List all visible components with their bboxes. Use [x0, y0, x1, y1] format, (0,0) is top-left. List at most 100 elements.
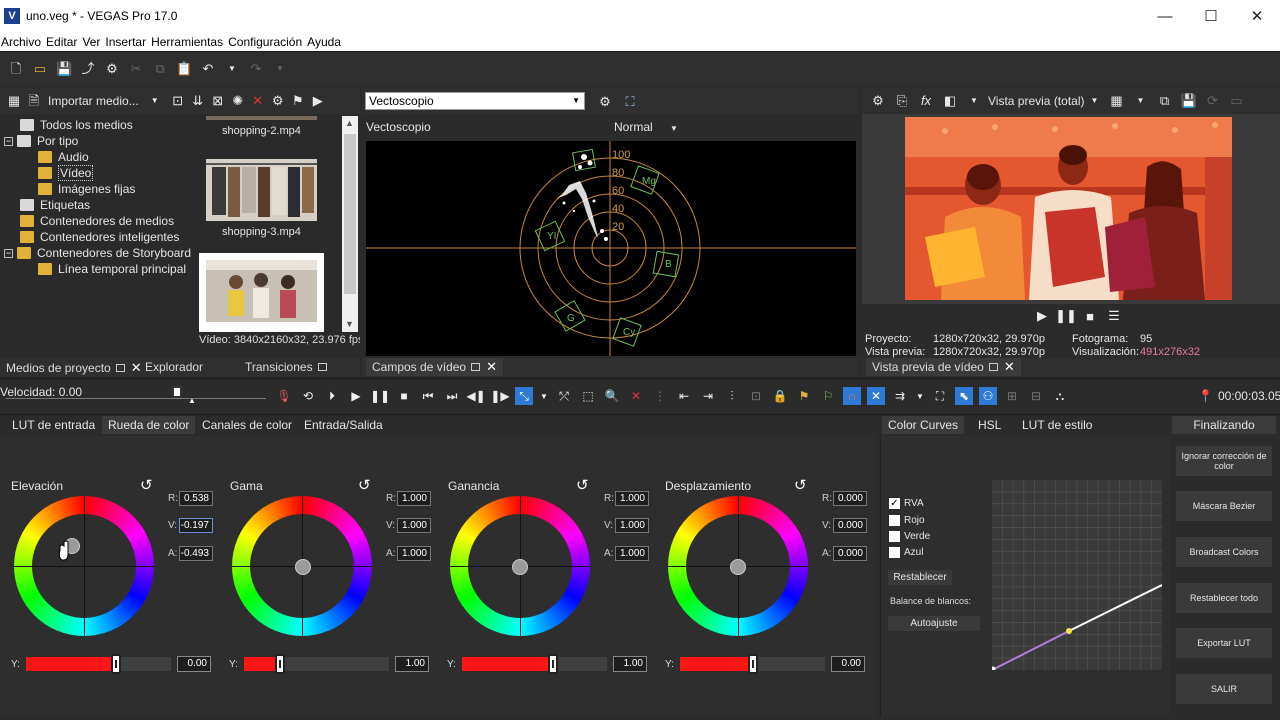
envelope-tool-icon[interactable]: ⤱	[555, 387, 573, 405]
elevacion-y-handle[interactable]	[110, 654, 121, 674]
new-file-icon[interactable]: 🗋	[8, 61, 24, 77]
media-tags-icon[interactable]: ⚑	[290, 93, 306, 109]
next-frame-icon[interactable]: ❚▶	[490, 387, 509, 405]
play-icon[interactable]: ▶	[347, 387, 365, 405]
desplazamiento-y-input[interactable]: 0.00	[831, 656, 865, 672]
elevacion-v-input[interactable]: -0.197	[179, 518, 213, 533]
color-wheel-elevacion[interactable]	[14, 496, 154, 636]
check-verde[interactable]: Verde	[889, 531, 930, 542]
tree-item-por-tipo[interactable]: − Por tipo	[4, 133, 78, 149]
bezier-mask-button[interactable]: Máscara Bezier	[1176, 491, 1272, 521]
gama-y-input[interactable]: 1.00	[395, 656, 429, 672]
tree-item-audio[interactable]: Audio	[38, 149, 89, 165]
properties-gear-icon[interactable]: ⚙	[104, 61, 120, 77]
tree-item-video[interactable]: Vídeo	[38, 165, 94, 181]
desplazamiento-a-input[interactable]: 0.000	[833, 546, 867, 561]
copy-snapshot-icon[interactable]: ⧉	[1157, 93, 1173, 109]
trim-end-icon[interactable]: ⇥	[699, 387, 717, 405]
event-pan-icon[interactable]: ⊞	[1003, 387, 1021, 405]
elevacion-a-input[interactable]: -0.493	[179, 546, 213, 561]
ganancia-y-handle[interactable]	[548, 654, 559, 674]
copy-icon[interactable]: ⧉	[152, 61, 168, 77]
menu-archivo[interactable]: Archivo	[1, 35, 41, 49]
check-rva[interactable]: ✓ RVA	[889, 498, 924, 509]
ignore-color-correction-button[interactable]: Ignorar corrección de color	[1176, 446, 1272, 476]
checkbox-checked-icon[interactable]: ✓	[889, 498, 900, 509]
media-fx-icon[interactable]: ✺	[230, 93, 246, 109]
snapping-icon[interactable]: ∩	[843, 387, 861, 405]
check-azul[interactable]: Azul	[889, 547, 923, 558]
reset-gama-icon[interactable]: ↺	[358, 476, 371, 494]
split-icon[interactable]: ⫶	[723, 387, 741, 405]
collapse-icon[interactable]: −	[4, 136, 13, 146]
normal-edit-tool-icon[interactable]: ⤡	[515, 387, 533, 405]
media-views-icon[interactable]: ▦	[6, 93, 22, 109]
preview-device-icon[interactable]: ⎘	[894, 93, 910, 109]
wheel-handle-ganancia[interactable]	[512, 559, 528, 575]
menu-ver[interactable]: Ver	[82, 35, 100, 49]
elevacion-r-input[interactable]: 0.538	[179, 491, 213, 506]
ignore-grouping-icon[interactable]: ⬉	[955, 387, 973, 405]
undock-icon[interactable]	[115, 364, 125, 372]
checkbox-icon[interactable]	[889, 531, 900, 542]
minimize-button[interactable]: —	[1142, 0, 1188, 32]
remove-unused-icon[interactable]: ⊠	[210, 93, 226, 109]
tab-entrada-salida[interactable]: Entrada/Salida	[298, 416, 389, 434]
save-icon[interactable]: 💾	[56, 61, 72, 77]
thumb-shopping-3[interactable]	[206, 159, 317, 221]
reset-ganancia-icon[interactable]: ↺	[576, 476, 589, 494]
tab-canales-color[interactable]: Canales de color	[196, 416, 298, 434]
close-icon[interactable]: ✕	[1004, 359, 1015, 375]
tree-item-contenedores-medios[interactable]: Contenedores de medios	[20, 213, 174, 229]
region-icon[interactable]: ⚐	[819, 387, 837, 405]
tab-campos-video[interactable]: Campos de vídeo ✕	[366, 358, 503, 376]
ganancia-r-input[interactable]: 1.000	[615, 491, 649, 506]
desplazamiento-v-input[interactable]: 0.000	[833, 518, 867, 533]
collapse-icon[interactable]: −	[4, 248, 13, 258]
go-to-end-icon[interactable]: ⏭	[443, 387, 461, 405]
tab-lut-estilo[interactable]: LUT de estilo	[1016, 416, 1098, 434]
reset-all-button[interactable]: Restablecer todo	[1176, 583, 1272, 613]
tree-item-linea-temporal[interactable]: Línea temporal principal	[38, 261, 186, 277]
tab-vista-previa[interactable]: Vista previa de vídeo ✕	[866, 358, 1021, 376]
zoom-tool-icon[interactable]: 🔍	[603, 387, 621, 405]
edit-tool-dropdown-icon[interactable]: ▼	[539, 387, 549, 405]
undock-icon[interactable]	[988, 363, 998, 371]
redo-dropdown-icon[interactable]: ▼	[272, 61, 288, 77]
auto-crossfade-icon[interactable]: ✕	[867, 387, 885, 405]
preview-window-icon[interactable]: ▭	[1229, 93, 1245, 109]
video-fx-icon[interactable]: fx	[918, 93, 934, 109]
play-from-start-icon[interactable]: ⏵	[323, 387, 341, 405]
media-play-icon[interactable]: ▶	[310, 93, 326, 109]
preview-quality-select[interactable]: Vista previa (total)	[988, 94, 1085, 108]
prev-frame-icon[interactable]: ◀❚	[466, 387, 485, 405]
preview-pause-icon[interactable]: ❚❚	[1055, 307, 1077, 325]
ganancia-a-input[interactable]: 1.000	[615, 546, 649, 561]
tab-lut-entrada[interactable]: LUT de entrada	[6, 416, 101, 434]
redo-icon[interactable]: ↷	[248, 61, 264, 77]
ripple-icon[interactable]: ⇉	[891, 387, 909, 405]
tab-hsl[interactable]: HSL	[972, 416, 1007, 434]
tab-finalizando[interactable]: Finalizando	[1172, 416, 1276, 434]
cut-icon[interactable]: ✂	[128, 61, 144, 77]
scope-type-select[interactable]: Vectoscopio ▼	[365, 92, 585, 110]
scope-settings-gear-icon[interactable]: ⚙	[597, 94, 613, 110]
tree-item-contenedores-inteligentes[interactable]: Contenedores inteligentes	[20, 229, 179, 245]
tree-item-etiquetas[interactable]: Etiquetas	[20, 197, 90, 213]
checkbox-icon[interactable]	[889, 515, 900, 526]
lock-envelopes-icon[interactable]: ⛶	[931, 387, 949, 405]
check-rojo[interactable]: Rojo	[889, 515, 925, 526]
menu-herramientas[interactable]: Herramientas	[151, 35, 223, 49]
tab-project-media[interactable]: Medios de proyecto ✕	[6, 360, 142, 376]
delete-icon[interactable]: ✕	[250, 93, 266, 109]
trim-start-icon[interactable]: ⇤	[675, 387, 693, 405]
close-icon[interactable]: ✕	[131, 360, 142, 376]
quality-dropdown-icon[interactable]: ▼	[1087, 93, 1103, 109]
gama-a-input[interactable]: 1.000	[397, 546, 431, 561]
event-crop-icon[interactable]: ⊟	[1027, 387, 1045, 405]
selection-tool-icon[interactable]: ⬚	[579, 387, 597, 405]
delete-event-icon[interactable]: ✕	[627, 387, 645, 405]
preview-properties-gear-icon[interactable]: ⚙	[870, 93, 886, 109]
maximize-button[interactable]: ☐	[1188, 0, 1234, 32]
speed-slider[interactable]	[6, 398, 266, 399]
